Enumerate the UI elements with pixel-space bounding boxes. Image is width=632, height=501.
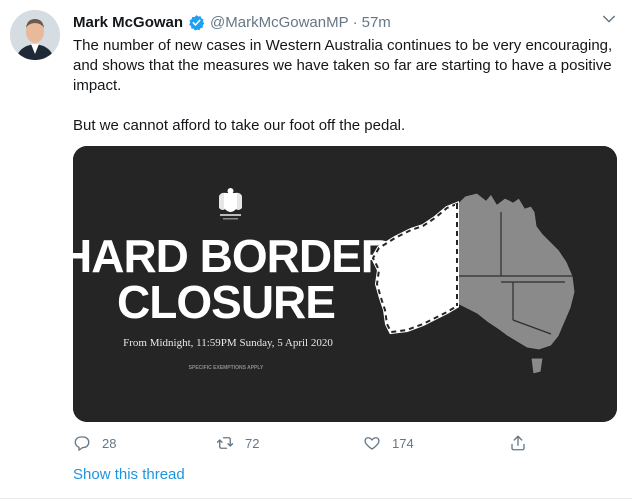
tweet-media-image[interactable]: HARD BORDER CLOSURE From Midnight, 11:59… xyxy=(73,146,617,422)
reply-button[interactable]: 28 xyxy=(73,434,116,452)
share-icon xyxy=(511,435,525,451)
tweet-paragraph: The number of new cases in Western Austr… xyxy=(73,37,613,94)
retweet-count: 72 xyxy=(245,435,260,451)
like-count: 174 xyxy=(392,435,414,451)
retweet-button[interactable]: 72 xyxy=(216,434,259,452)
show-thread-link[interactable]: Show this thread xyxy=(73,466,185,483)
tweet-header: Mark McGowan @MarkMcGowanMP · 57m xyxy=(73,12,391,32)
reply-icon xyxy=(74,436,90,451)
headline-line-2: CLOSURE xyxy=(117,276,335,328)
headline-line-1: HARD BORDER xyxy=(73,230,394,282)
timestamp[interactable]: 57m xyxy=(362,14,391,31)
like-button[interactable]: 174 xyxy=(363,434,414,452)
heart-icon xyxy=(364,437,380,450)
separator-dot: · xyxy=(352,13,358,31)
chevron-down-icon[interactable] xyxy=(600,10,618,28)
verified-badge-icon xyxy=(189,14,205,31)
retweet-icon xyxy=(216,437,234,449)
share-button[interactable] xyxy=(509,434,538,452)
subline: From Midnight, 11:59PM Sunday, 5 April 2… xyxy=(123,337,333,349)
reply-count: 28 xyxy=(102,435,117,451)
fineprint: SPECIFIC EXEMPTIONS APPLY xyxy=(189,365,264,371)
avatar-image xyxy=(10,10,60,60)
tweet-paragraph: But we cannot afford to take our foot of… xyxy=(73,117,406,134)
tweet-actions: 28 72 174 xyxy=(73,434,543,458)
display-name[interactable]: Mark McGowan xyxy=(73,14,183,31)
map-tasmania xyxy=(530,357,544,375)
tweet-text: The number of new cases in Western Austr… xyxy=(73,36,618,136)
divider xyxy=(0,498,632,499)
avatar[interactable] xyxy=(10,10,60,60)
handle[interactable]: @MarkMcGowanMP xyxy=(210,14,349,31)
